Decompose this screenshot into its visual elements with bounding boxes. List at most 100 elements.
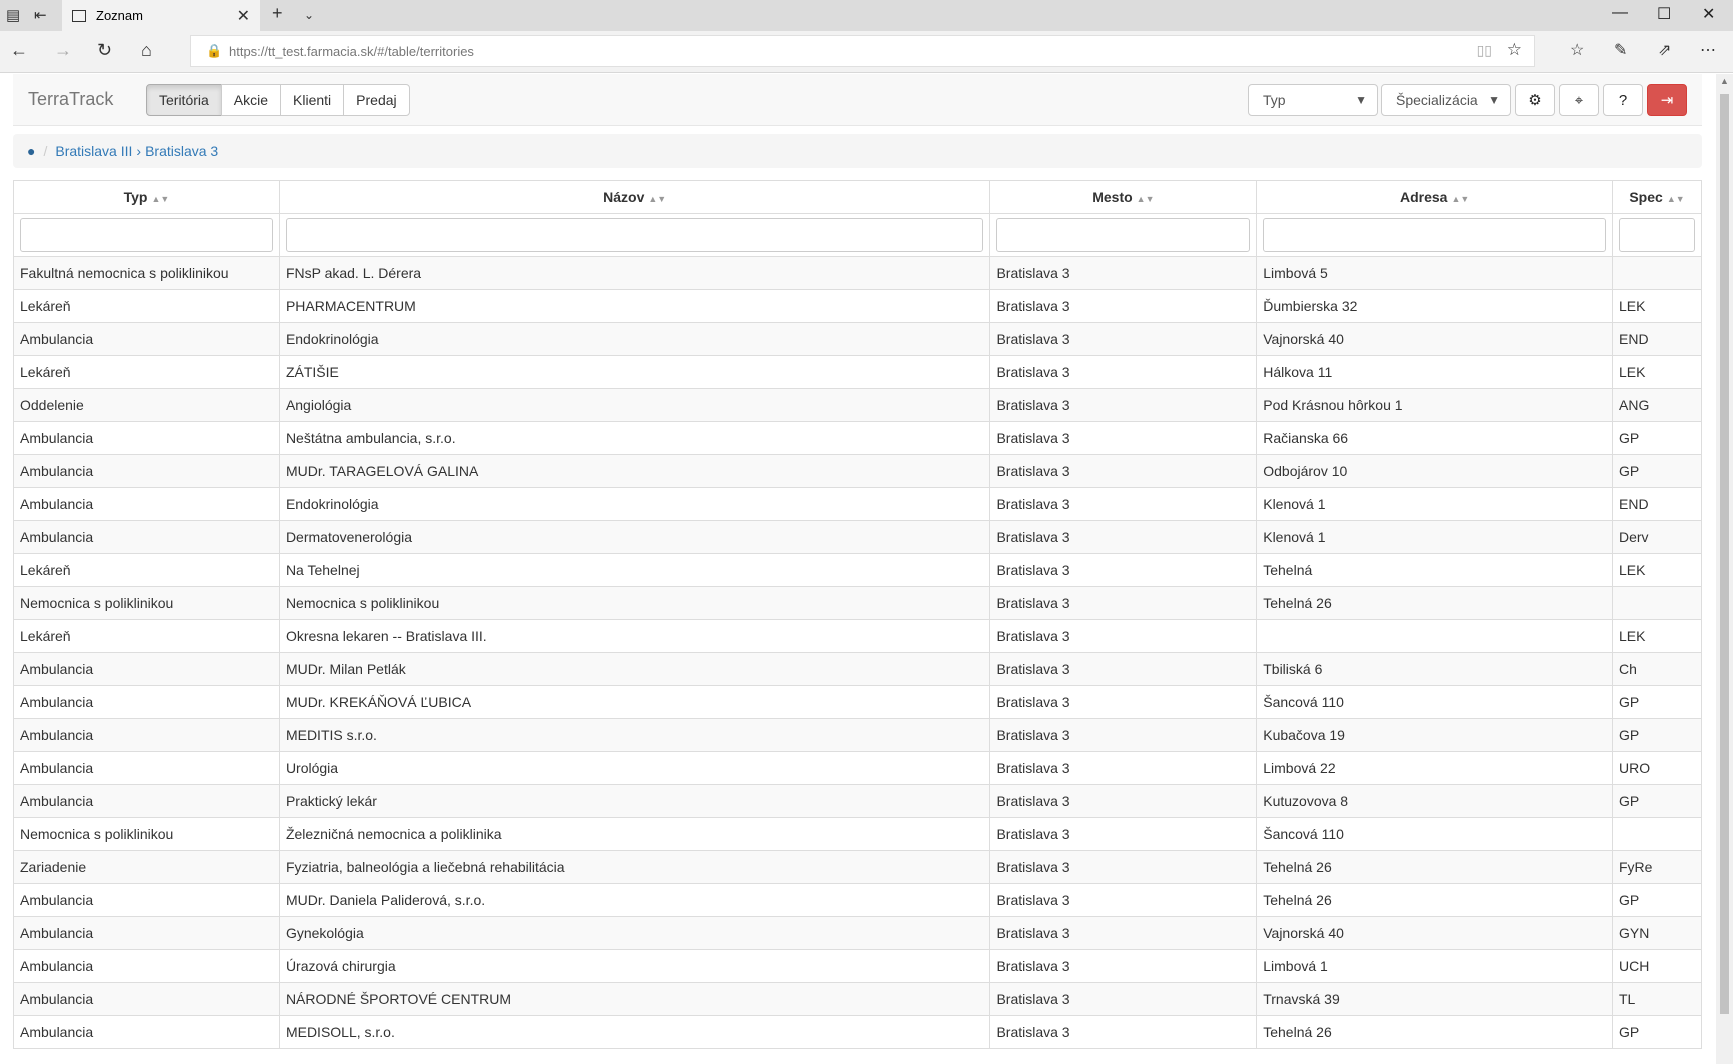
- table-cell: Zariadenie: [13, 850, 280, 884]
- table-row[interactable]: Lekáreň Okresna lekaren -- Bratislava III…: [13, 619, 1702, 653]
- map-button[interactable]: ⌖: [1559, 84, 1599, 116]
- scrollbar-thumb[interactable]: [1720, 94, 1729, 1014]
- header-nazov[interactable]: Názov ▲▼: [278, 180, 991, 214]
- forward-icon[interactable]: →: [54, 40, 72, 61]
- table-row[interactable]: Lekáreň ZÁTIŠIE Bratislava 3 Hálkova 11 LEK: [13, 355, 1702, 389]
- gear-icon: ⚙: [1528, 92, 1542, 109]
- table-cell: Tehelná 26: [1256, 1015, 1613, 1049]
- filter-spec-input[interactable]: [1619, 218, 1695, 252]
- table-row[interactable]: Ambulancia Neštátna ambulancia, s.r.o. Bra…: [13, 421, 1702, 455]
- breadcrumb-item[interactable]: Bratislava III: [55, 143, 132, 159]
- filter-mesto-input[interactable]: [996, 218, 1251, 252]
- app-navbar: TerraTrack Teritória Akcie Klienti Preda…: [13, 74, 1702, 126]
- table-row[interactable]: Ambulancia MEDISOLL, s.r.o. Bratislava 3 Te…: [13, 1015, 1702, 1049]
- table-cell: Kubačova 19: [1256, 718, 1613, 752]
- table-cell: Bratislava 3: [989, 1015, 1258, 1049]
- header-mesto[interactable]: Mesto ▲▼: [989, 180, 1258, 214]
- nav-teritoria[interactable]: Teritória: [146, 84, 222, 116]
- table-cell: Vajnorská 40: [1256, 322, 1613, 356]
- table-cell: FyRe: [1612, 850, 1702, 884]
- table-cell: Tehelná 26: [1256, 850, 1613, 884]
- back-icon[interactable]: ←: [10, 40, 28, 61]
- table-row[interactable]: Ambulancia NÁRODNÉ ŠPORTOVÉ CENTRUM Bratis…: [13, 982, 1702, 1016]
- table-cell: Nemocnica s poliklinikou: [278, 586, 991, 620]
- table-cell: Ambulancia: [13, 883, 280, 917]
- header-spec[interactable]: Spec ▲▼: [1612, 180, 1702, 214]
- scroll-up-icon[interactable]: ▲: [1720, 76, 1729, 86]
- refresh-icon[interactable]: ↻: [97, 40, 112, 61]
- table-cell: Bratislava 3: [989, 751, 1258, 785]
- table-cell: GP: [1612, 883, 1702, 917]
- specialization-select[interactable]: Špecializácia ▼: [1381, 84, 1511, 116]
- nav-predaj[interactable]: Predaj: [343, 84, 410, 116]
- tab-actions-icon[interactable]: ▤: [6, 6, 20, 24]
- new-tab-icon[interactable]: +: [272, 3, 283, 24]
- breadcrumb-item[interactable]: Bratislava 3: [145, 143, 218, 159]
- table-row[interactable]: Ambulancia MUDr. KREKÁŇOVÁ ĽUBICA Bratisla…: [13, 685, 1702, 719]
- table-row[interactable]: Lekáreň Na Tehelnej Bratislava 3 Tehelná LEK: [13, 553, 1702, 587]
- type-select[interactable]: Typ ▼: [1248, 84, 1378, 116]
- table-cell: Ambulancia: [13, 520, 280, 554]
- table-row[interactable]: Ambulancia Úrazová chirurgia Bratislava 3L…: [13, 949, 1702, 983]
- table-row[interactable]: Ambulancia MUDr. Daniela Paliderová, s.r.…: [13, 883, 1702, 917]
- logout-button[interactable]: ⇥: [1647, 84, 1687, 116]
- filter-adresa-input[interactable]: [1263, 218, 1606, 252]
- table-cell: MUDr. Daniela Paliderová, s.r.o.: [278, 883, 991, 917]
- maximize-icon[interactable]: ☐: [1657, 4, 1671, 24]
- table-cell: GP: [1612, 685, 1702, 719]
- table-row[interactable]: Lekáreň PHARMACENTRUM Bratislava 3 Ďumbiers…: [13, 289, 1702, 323]
- table-cell: GP: [1612, 421, 1702, 455]
- home-icon[interactable]: ⌂: [141, 40, 152, 61]
- table-row[interactable]: Nemocnica s poliklinikou Železničná nemoc…: [13, 817, 1702, 851]
- header-typ[interactable]: Typ ▲▼: [13, 180, 280, 214]
- tab-list-chevron-icon[interactable]: ⌄: [304, 8, 314, 22]
- table-row[interactable]: Zariadenie Fyziatria, balneológia a lieče…: [13, 850, 1702, 884]
- brand[interactable]: TerraTrack: [28, 89, 113, 110]
- table-row[interactable]: Ambulancia MEDITIS s.r.o. Bratislava 3 Kuba…: [13, 718, 1702, 752]
- nav-klienti[interactable]: Klienti: [280, 84, 345, 116]
- table-row[interactable]: Nemocnica s poliklinikou Nemocnica s poli…: [13, 586, 1702, 620]
- settings-button[interactable]: ⚙: [1515, 84, 1555, 116]
- table-row[interactable]: Ambulancia Dermatovenerológia Bratislava 3…: [13, 520, 1702, 554]
- scrollbar[interactable]: ▲: [1716, 74, 1733, 1064]
- table-row[interactable]: Ambulancia MUDr. TARAGELOVÁ GALINA Bratisl…: [13, 454, 1702, 488]
- close-window-icon[interactable]: ✕: [1702, 4, 1715, 24]
- table-cell: Angiológia: [278, 388, 991, 422]
- table-row[interactable]: Fakultná nemocnica s poliklinikou FNsP ak…: [13, 256, 1702, 290]
- filter-typ-input[interactable]: [20, 218, 273, 252]
- set-aside-tabs-icon[interactable]: ⇤: [34, 6, 47, 24]
- pen-icon[interactable]: ✎: [1614, 40, 1627, 60]
- sort-icon: ▲▼: [1451, 194, 1470, 204]
- minimize-icon[interactable]: —: [1612, 4, 1628, 22]
- header-adresa[interactable]: Adresa ▲▼: [1256, 180, 1613, 214]
- table-row[interactable]: Ambulancia Praktický lekár Bratislava 3 Kut…: [13, 784, 1702, 818]
- table-cell: Endokrinológia: [278, 322, 991, 356]
- table-row[interactable]: Ambulancia Endokrinológia Bratislava 3 Klen…: [13, 487, 1702, 521]
- table-cell: Bratislava 3: [989, 388, 1258, 422]
- share-icon[interactable]: ⇗: [1658, 40, 1671, 60]
- table-row[interactable]: Oddelenie Angiológia Bratislava 3 Pod Krásn…: [13, 388, 1702, 422]
- table-row[interactable]: Ambulancia Urológia Bratislava 3 Limbová 22…: [13, 751, 1702, 785]
- globe-icon[interactable]: ●: [27, 143, 35, 159]
- help-button[interactable]: ?: [1603, 84, 1643, 116]
- browser-tab[interactable]: Zoznam ✕: [62, 0, 260, 31]
- close-tab-icon[interactable]: ✕: [237, 6, 250, 26]
- tab-title: Zoznam: [96, 8, 143, 23]
- table-row[interactable]: Ambulancia Gynekológia Bratislava 3 Vajnors…: [13, 916, 1702, 950]
- favorite-star-icon[interactable]: ☆: [1507, 40, 1522, 60]
- table-cell: Bratislava 3: [989, 784, 1258, 818]
- favorites-icon[interactable]: ☆: [1570, 40, 1584, 60]
- table-cell: Bratislava 3: [989, 454, 1258, 488]
- main-nav: Teritória Akcie Klienti Predaj: [146, 84, 410, 116]
- table-row[interactable]: Ambulancia Endokrinológia Bratislava 3 Vajn…: [13, 322, 1702, 356]
- more-icon[interactable]: ⋯: [1700, 40, 1716, 60]
- address-bar[interactable]: 🔒 https://tt_test.farmacia.sk/#/table/te…: [190, 35, 1535, 67]
- table-cell: LEK: [1612, 619, 1702, 653]
- table-row[interactable]: Ambulancia MUDr. Milan Petlák Bratislava 3…: [13, 652, 1702, 686]
- table-cell: Klenová 1: [1256, 487, 1613, 521]
- nav-akcie[interactable]: Akcie: [220, 84, 282, 116]
- table-cell: Urológia: [278, 751, 991, 785]
- table-cell: PHARMACENTRUM: [278, 289, 991, 323]
- filter-nazov-input[interactable]: [285, 218, 984, 252]
- reading-view-icon[interactable]: ▯▯: [1477, 42, 1492, 59]
